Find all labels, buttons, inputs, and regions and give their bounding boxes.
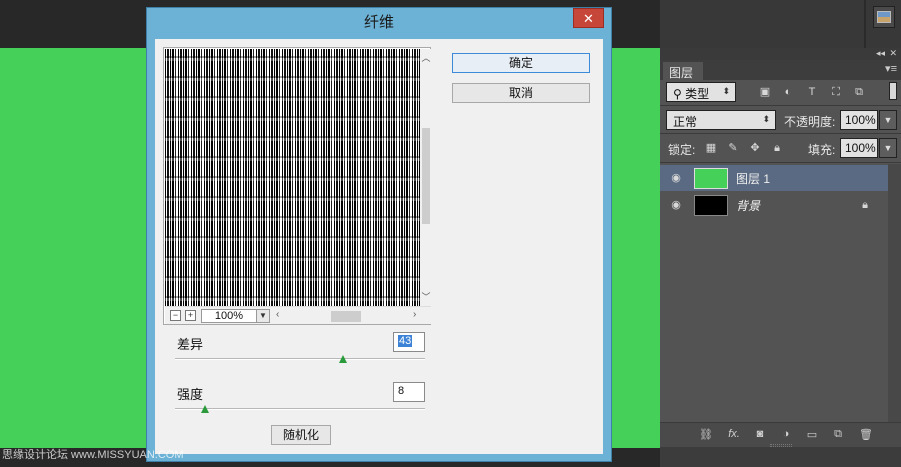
cancel-button[interactable]: 取消 (452, 83, 590, 103)
lock-all-icon[interactable]: 🔒︎ (770, 141, 784, 155)
image-thumbnail-icon (877, 11, 891, 23)
adjustment-filter-icon[interactable]: ◐ (781, 85, 795, 99)
divider (660, 162, 901, 163)
variance-value: 43 (398, 335, 413, 347)
panel-close-icon[interactable]: ✕ (889, 48, 897, 59)
new-layer-icon[interactable]: ⧉ (830, 428, 846, 442)
blend-mode-select[interactable]: 正常 ⬍ (666, 110, 776, 130)
type-filter-icon[interactable]: T (805, 85, 819, 99)
randomize-button[interactable]: 随机化 (271, 425, 331, 445)
fibers-preview-image[interactable] (165, 49, 420, 306)
variance-label: 差异 (177, 337, 204, 352)
chevron-right-icon[interactable]: › (413, 309, 423, 321)
panel-tab-bar: 图层 ▾≡ (660, 60, 901, 80)
panel-header: ◂◂ ✕ (660, 48, 901, 60)
link-layers-icon[interactable]: ⛓ (698, 428, 714, 442)
chevron-down-icon[interactable]: ﹀ (421, 290, 431, 302)
add-mask-icon[interactable]: ◙ (752, 428, 768, 442)
variance-input[interactable]: 43 (393, 332, 425, 352)
ok-button[interactable]: 确定 (452, 53, 590, 73)
lock-position-icon[interactable]: ✥ (748, 141, 762, 155)
lock-transparency-icon[interactable]: ▦ (704, 141, 718, 155)
layers-scrollbar[interactable] (888, 164, 901, 442)
panel-menu-icon[interactable]: ▾≡ (885, 62, 897, 75)
layer-name: 图层 1 (736, 172, 771, 186)
strength-slider-handle[interactable] (201, 405, 209, 413)
strength-input[interactable]: 8 (393, 382, 425, 402)
zoom-out-button[interactable]: − (170, 310, 181, 321)
fx-icon[interactable]: fx. (726, 428, 742, 442)
watermark-text: 思缘设计论坛 www.MISSYUAN.COM (2, 449, 184, 461)
dock-separator (864, 0, 866, 48)
fill-label: 填充: (808, 143, 836, 157)
chevron-up-icon[interactable]: ︿ (421, 51, 431, 63)
dialog-body: ︿ ﹀ − + 100% ▼ ‹ › 确定 取消 差异 43 强度 8 随机化 (155, 39, 603, 454)
opacity-label: 不透明度: (784, 115, 836, 129)
blend-mode-value: 正常 (673, 115, 698, 129)
strength-slider-track[interactable] (175, 408, 425, 410)
strength-label: 强度 (177, 387, 204, 402)
dialog-title: 纤维 (363, 14, 394, 31)
search-icon: ⚲ (673, 87, 686, 101)
shape-filter-icon[interactable]: ⛶ (829, 85, 843, 99)
layer-row[interactable]: ◉ 背景 🔒︎ (660, 192, 888, 218)
divider (660, 133, 901, 134)
panel-footer (660, 447, 901, 467)
filter-toggle[interactable] (889, 82, 897, 100)
chevron-left-icon[interactable]: ‹ (276, 309, 286, 321)
lock-pixels-icon[interactable]: ✎ (726, 141, 740, 155)
layer-thumbnail (694, 168, 728, 189)
opacity-dropdown-button[interactable]: ▼ (879, 110, 897, 130)
fibers-dialog: 纤维 ✕ ︿ ﹀ − + 100% ▼ ‹ › 确定 取消 差异 43 强度 8 (146, 7, 612, 462)
trash-icon[interactable]: 🗑︎ (858, 428, 874, 442)
collapse-icon[interactable]: ◂◂ (876, 48, 885, 59)
adjustment-layer-icon[interactable]: ◑ (778, 428, 794, 442)
preview-zoom-bar: − + 100% ▼ ‹ › (165, 306, 431, 324)
layer-row[interactable]: ◉ 图层 1 (660, 165, 888, 191)
zoom-in-button[interactable]: + (185, 310, 196, 321)
tab-layers[interactable]: 图层 (663, 62, 703, 80)
zoom-level-field[interactable]: 100% (201, 309, 257, 323)
close-button[interactable]: ✕ (573, 8, 604, 28)
variance-slider-handle[interactable] (338, 355, 347, 363)
eye-icon[interactable]: ◉ (668, 171, 684, 185)
fill-input[interactable]: 100% (840, 138, 878, 158)
filter-kind-select[interactable]: ⚲ 类型 ⬍ (666, 82, 736, 102)
updown-icon: ⬍ (722, 86, 730, 96)
layer-thumbnail (694, 195, 728, 216)
lock-icon: 🔒︎ (862, 199, 868, 211)
eye-icon[interactable]: ◉ (668, 198, 684, 212)
smart-object-filter-icon[interactable]: ⧉ (852, 85, 866, 99)
fill-dropdown-button[interactable]: ▼ (879, 138, 897, 158)
zoom-dropdown-button[interactable]: ▼ (256, 309, 270, 323)
updown-icon: ⬍ (762, 114, 770, 124)
preview-pane: ︿ ﹀ − + 100% ▼ ‹ › (163, 47, 431, 325)
variance-slider-track[interactable] (175, 358, 425, 360)
layer-name: 背景 (736, 199, 761, 213)
new-group-icon[interactable]: ▭ (804, 428, 820, 442)
preview-vertical-scroll-thumb[interactable] (422, 128, 430, 224)
divider (660, 105, 901, 106)
lock-label: 锁定: (668, 143, 696, 157)
layers-panel: ◂◂ ✕ 图层 ▾≡ ⚲ 类型 ⬍ ▣ ◐ T ⛶ ⧉ 正常 ⬍ 不透明度: 1… (660, 48, 901, 467)
preview-horizontal-scroll-thumb[interactable] (331, 311, 361, 322)
opacity-input[interactable]: 100% (840, 110, 878, 130)
navigator-panel-icon[interactable] (873, 6, 895, 28)
pixel-filter-icon[interactable]: ▣ (758, 85, 772, 99)
filter-kind-value: 类型 (685, 87, 710, 101)
